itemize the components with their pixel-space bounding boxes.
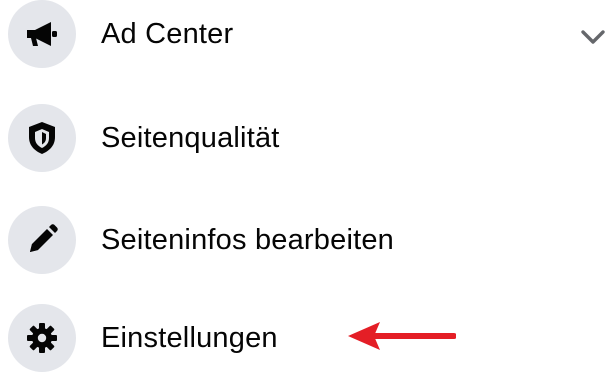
megaphone-icon (27, 22, 57, 46)
shield-icon (29, 122, 55, 154)
menu-item-seitenqualitaet[interactable]: Seitenqualität (0, 92, 608, 182)
menu-item-einstellungen[interactable]: Einstellungen (0, 292, 608, 376)
chevron-down-icon[interactable] (580, 28, 606, 46)
menu-item-label: Seiteninfos bearbeiten (101, 224, 394, 256)
menu-item-label: Ad Center (101, 18, 234, 50)
megaphone-icon-container (8, 0, 76, 68)
menu-item-label: Seitenqualität (101, 122, 280, 154)
pencil-icon (30, 224, 58, 252)
shield-icon-container (8, 104, 76, 172)
menu-item-seiteninfos-bearbeiten[interactable]: Seiteninfos bearbeiten (0, 194, 608, 284)
gear-icon (27, 323, 57, 353)
pencil-icon-container (8, 206, 76, 274)
page-menu: Ad Center Seitenqualität Seiteninfos bea… (0, 0, 608, 376)
gear-icon-container (8, 304, 76, 372)
menu-item-label: Einstellungen (101, 322, 278, 354)
red-arrow-icon (348, 322, 456, 350)
menu-item-ad-center[interactable]: Ad Center (0, 0, 608, 78)
